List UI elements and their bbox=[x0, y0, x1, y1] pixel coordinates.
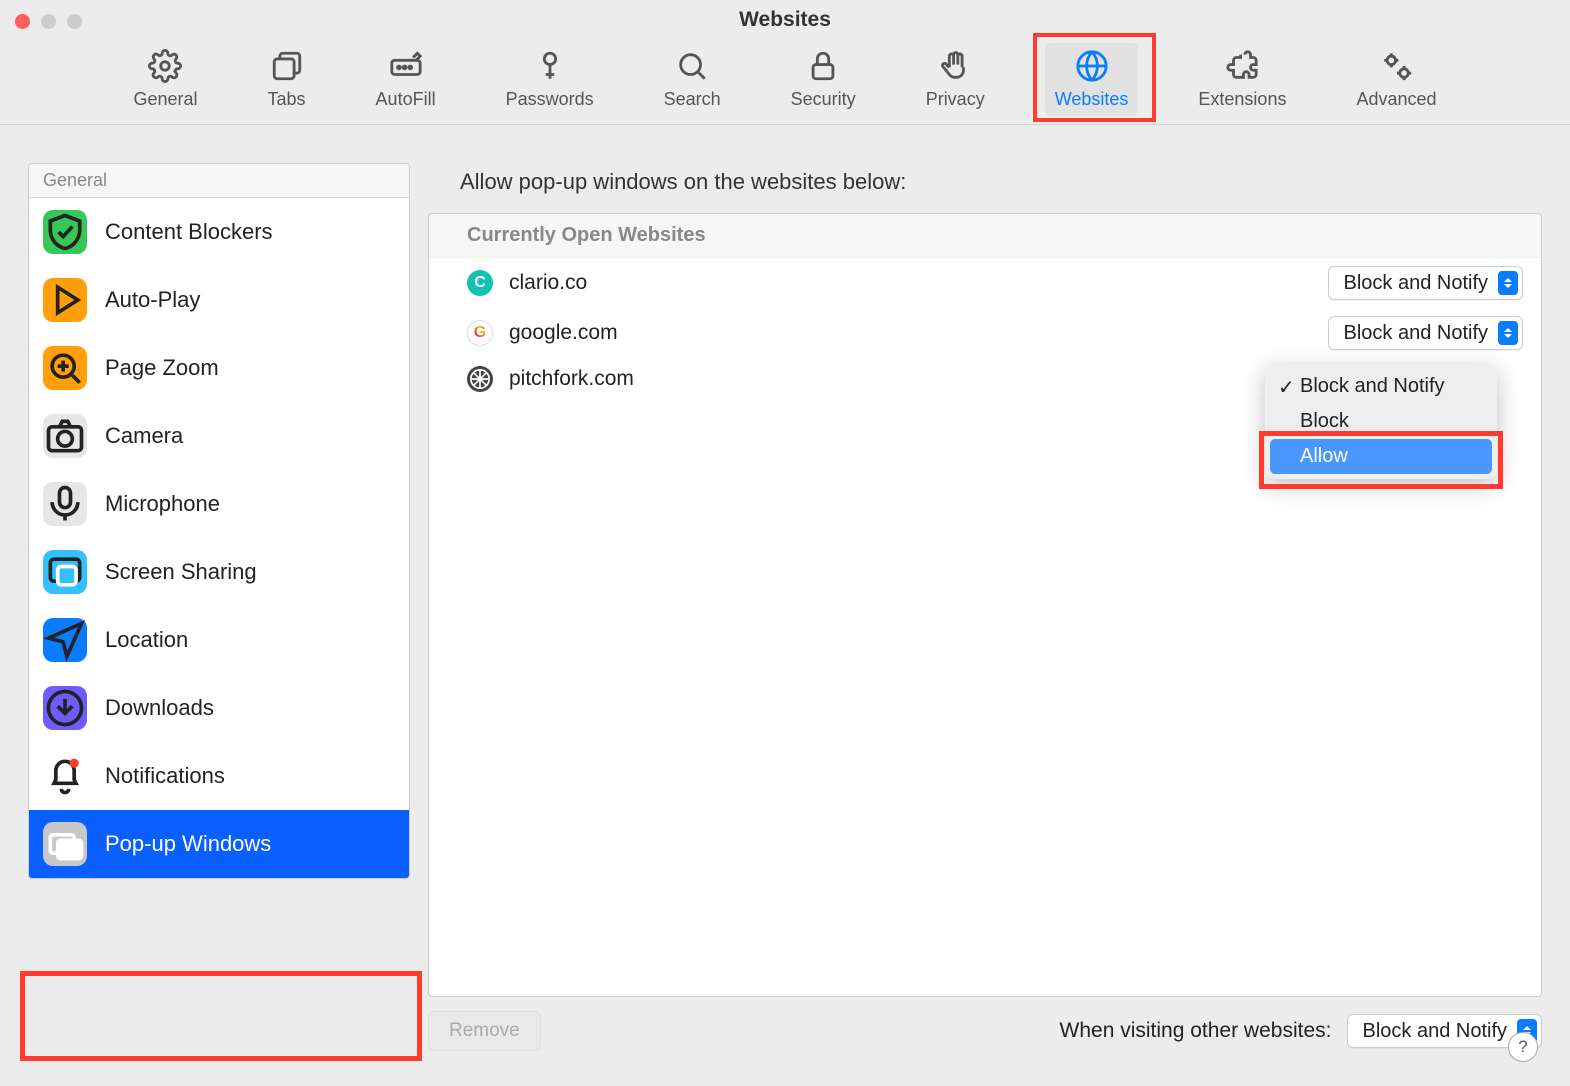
favicon bbox=[467, 366, 493, 392]
toolbar-label: Privacy bbox=[926, 89, 985, 110]
camera-icon bbox=[43, 414, 87, 458]
titlebar: Websites bbox=[0, 0, 1570, 40]
zoom-icon bbox=[43, 346, 87, 390]
download-icon bbox=[43, 686, 87, 730]
sidebar-item-downloads[interactable]: Downloads bbox=[29, 674, 409, 742]
toolbar-advanced[interactable]: Advanced bbox=[1346, 43, 1446, 116]
sidebar-item-notifications[interactable]: Notifications bbox=[29, 742, 409, 810]
toolbar-passwords[interactable]: Passwords bbox=[496, 43, 604, 116]
toolbar-label: Search bbox=[664, 89, 721, 110]
sidebar: General Content Blockers Auto-Play Page Zo… bbox=[28, 163, 410, 879]
preferences-toolbar: General Tabs AutoFill Passwords Search S… bbox=[0, 40, 1570, 125]
menu-option-block-and-notify[interactable]: Block and Notify bbox=[1270, 369, 1492, 404]
close-window-icon[interactable] bbox=[15, 14, 30, 29]
globe-icon bbox=[1075, 49, 1109, 83]
sidebar-item-location[interactable]: Location bbox=[29, 606, 409, 674]
highlight-annotation bbox=[20, 971, 422, 1061]
shield-check-icon bbox=[43, 210, 87, 254]
footer-label: When visiting other websites: bbox=[1060, 1019, 1332, 1043]
key-icon bbox=[533, 49, 567, 83]
toolbar-search[interactable]: Search bbox=[654, 43, 731, 116]
toolbar-label: Security bbox=[791, 89, 856, 110]
sidebar-item-label: Screen Sharing bbox=[105, 559, 257, 585]
toolbar-label: Extensions bbox=[1198, 89, 1286, 110]
website-row[interactable]: Ggoogle.com Block and Notify bbox=[429, 308, 1541, 358]
dropdown-value: Block and Notify bbox=[1362, 1020, 1507, 1043]
bell-icon bbox=[43, 754, 87, 798]
menu-option-block[interactable]: Block bbox=[1270, 404, 1492, 439]
site-setting-dropdown[interactable]: Block and Notify bbox=[1328, 316, 1523, 350]
sidebar-item-label: Camera bbox=[105, 423, 183, 449]
popup-icon bbox=[43, 822, 87, 866]
sidebar-item-camera[interactable]: Camera bbox=[29, 402, 409, 470]
toolbar-label: Passwords bbox=[506, 89, 594, 110]
popup-setting-menu[interactable]: Block and NotifyBlockAllow bbox=[1265, 364, 1497, 479]
play-icon bbox=[43, 278, 87, 322]
toolbar-security[interactable]: Security bbox=[781, 43, 866, 116]
lock-icon bbox=[806, 49, 840, 83]
toolbar-autofill[interactable]: AutoFill bbox=[366, 43, 446, 116]
toolbar-label: Websites bbox=[1055, 89, 1129, 110]
window-title: Websites bbox=[0, 0, 1570, 32]
gear-icon bbox=[148, 49, 182, 83]
toolbar-label: AutoFill bbox=[376, 89, 436, 110]
sidebar-item-auto-play[interactable]: Auto-Play bbox=[29, 266, 409, 334]
zoom-window-icon[interactable] bbox=[67, 14, 82, 29]
sidebar-item-pop-up-windows[interactable]: Pop-up Windows bbox=[29, 810, 409, 878]
sidebar-item-label: Auto-Play bbox=[105, 287, 200, 313]
website-row[interactable]: Cclario.co Block and Notify bbox=[429, 258, 1541, 308]
chevron-updown-icon bbox=[1498, 321, 1518, 345]
mic-icon bbox=[43, 482, 87, 526]
minimize-window-icon[interactable] bbox=[41, 14, 56, 29]
sidebar-header: General bbox=[29, 164, 409, 198]
sidebar-item-label: Notifications bbox=[105, 763, 225, 789]
remove-button[interactable]: Remove bbox=[428, 1011, 541, 1051]
menu-option-allow[interactable]: Allow bbox=[1270, 439, 1492, 474]
tabs-icon bbox=[270, 49, 304, 83]
gears-icon bbox=[1380, 49, 1414, 83]
toolbar-websites[interactable]: Websites bbox=[1045, 43, 1139, 116]
toolbar-privacy[interactable]: Privacy bbox=[916, 43, 995, 116]
favicon: C bbox=[467, 270, 493, 296]
sidebar-item-page-zoom[interactable]: Page Zoom bbox=[29, 334, 409, 402]
screen-icon bbox=[43, 550, 87, 594]
toolbar-tabs[interactable]: Tabs bbox=[258, 43, 316, 116]
chevron-updown-icon bbox=[1498, 271, 1518, 295]
help-button[interactable]: ? bbox=[1508, 1032, 1538, 1062]
sidebar-item-label: Downloads bbox=[105, 695, 214, 721]
site-setting-dropdown[interactable]: Block and Notify bbox=[1328, 266, 1523, 300]
location-icon bbox=[43, 618, 87, 662]
website-list: Currently Open Websites Cclario.co Block … bbox=[428, 213, 1542, 997]
sidebar-item-label: Content Blockers bbox=[105, 219, 273, 245]
hand-icon bbox=[938, 49, 972, 83]
autofill-icon bbox=[389, 49, 423, 83]
window-controls[interactable] bbox=[15, 14, 82, 29]
main-heading: Allow pop-up windows on the websites bel… bbox=[428, 163, 1542, 213]
main-panel: Allow pop-up windows on the websites bel… bbox=[428, 163, 1542, 1051]
section-header: Currently Open Websites bbox=[429, 214, 1541, 258]
toolbar-label: Tabs bbox=[268, 89, 306, 110]
toolbar-general[interactable]: General bbox=[123, 43, 207, 116]
sidebar-item-microphone[interactable]: Microphone bbox=[29, 470, 409, 538]
site-domain: pitchfork.com bbox=[509, 367, 634, 391]
sidebar-item-label: Microphone bbox=[105, 491, 220, 517]
sidebar-item-label: Pop-up Windows bbox=[105, 831, 271, 857]
search-icon bbox=[675, 49, 709, 83]
sidebar-item-label: Location bbox=[105, 627, 188, 653]
sidebar-item-content-blockers[interactable]: Content Blockers bbox=[29, 198, 409, 266]
dropdown-value: Block and Notify bbox=[1343, 272, 1488, 295]
sidebar-item-label: Page Zoom bbox=[105, 355, 219, 381]
favicon: G bbox=[467, 320, 493, 346]
toolbar-label: Advanced bbox=[1356, 89, 1436, 110]
dropdown-value: Block and Notify bbox=[1343, 322, 1488, 345]
site-domain: google.com bbox=[509, 321, 618, 345]
toolbar-extensions[interactable]: Extensions bbox=[1188, 43, 1296, 116]
puzzle-icon bbox=[1225, 49, 1259, 83]
toolbar-label: General bbox=[133, 89, 197, 110]
site-domain: clario.co bbox=[509, 271, 587, 295]
sidebar-item-screen-sharing[interactable]: Screen Sharing bbox=[29, 538, 409, 606]
